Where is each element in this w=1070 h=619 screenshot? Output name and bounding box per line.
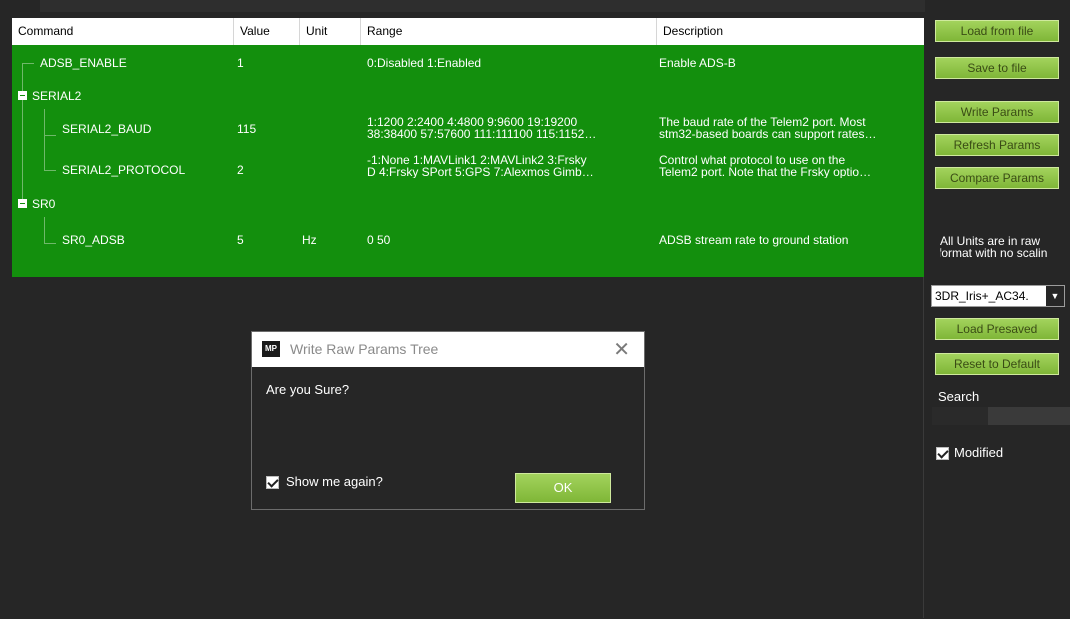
cell-value[interactable]: 1 — [237, 56, 244, 70]
cell-value[interactable]: 2 — [237, 163, 244, 177]
cell-description: Control what protocol to use on the Tele… — [659, 154, 872, 178]
cell-command: ADSB_ENABLE — [40, 56, 127, 70]
dialog-titlebar[interactable]: MP Write Raw Params Tree ✕ — [252, 332, 644, 367]
app-logo-icon: MP — [262, 341, 280, 357]
tree-group-sr0[interactable]: SR0 — [12, 189, 924, 217]
cell-range: 0:Disabled 1:Enabled — [367, 56, 482, 70]
preset-dropdown[interactable]: 3DR_Iris+_AC34. ▼ — [931, 285, 1065, 307]
collapse-icon[interactable] — [18, 91, 27, 100]
reset-to-default-button[interactable]: Reset to Default — [935, 353, 1059, 375]
group-label: SR0 — [32, 197, 56, 211]
confirm-dialog: MP Write Raw Params Tree ✕ Are you Sure?… — [251, 331, 645, 510]
chevron-down-icon[interactable]: ▼ — [1046, 286, 1064, 306]
load-presaved-button[interactable]: Load Presaved — [935, 318, 1059, 340]
show-again-checkbox[interactable] — [266, 476, 279, 489]
cell-unit: Hz — [302, 233, 317, 247]
search-label: Search — [938, 389, 980, 404]
table-row[interactable]: ADSB_ENABLE 1 0:Disabled 1:Enabled Enabl… — [12, 45, 924, 81]
cell-description: ADSB stream rate to ground station — [659, 233, 849, 247]
cell-value[interactable]: 115 — [237, 122, 256, 136]
modified-label: Modified — [954, 445, 1004, 460]
collapse-icon[interactable] — [18, 199, 27, 208]
save-to-file-button[interactable]: Save to file — [935, 57, 1059, 79]
app-window: Command Value Unit Range Description ADS… — [0, 0, 1070, 619]
load-from-file-button[interactable]: Load from file — [935, 20, 1059, 42]
cell-description: The baud rate of the Telem2 port. Most s… — [659, 116, 877, 140]
col-unit[interactable]: Unit — [300, 18, 361, 45]
cell-command: SERIAL2_PROTOCOL — [62, 163, 186, 177]
right-panel: Load from file Save to file Write Params… — [926, 0, 1070, 619]
group-label: SERIAL2 — [32, 89, 82, 103]
ok-button[interactable]: OK — [515, 473, 611, 503]
refresh-params-button[interactable]: Refresh Params — [935, 134, 1059, 156]
table-row[interactable]: SERIAL2_BAUD 115 1:1200 2:2400 4:4800 9:… — [12, 109, 924, 149]
cell-command: SR0_ADSB — [62, 233, 125, 247]
write-params-button[interactable]: Write Params — [935, 101, 1059, 123]
table-row[interactable]: SERIAL2_PROTOCOL 2 -1:None 1:MAVLink1 2:… — [12, 149, 924, 189]
cell-range: 1:1200 2:2400 4:4800 9:9600 19:19200 38:… — [367, 116, 597, 140]
grid-header: Command Value Unit Range Description — [12, 18, 924, 45]
cell-value[interactable]: 5 — [237, 233, 244, 247]
grid-rows: ADSB_ENABLE 1 0:Disabled 1:Enabled Enabl… — [12, 45, 924, 277]
cell-range: -1:None 1:MAVLink1 2:MAVLink2 3:Frsky D … — [367, 154, 594, 178]
top-strip — [0, 0, 1070, 12]
dialog-message: Are you Sure? — [266, 382, 350, 397]
col-range[interactable]: Range — [361, 18, 657, 45]
preset-selected-value: 3DR_Iris+_AC34. — [935, 289, 1029, 303]
units-note: All Units are in raw format with no scal… — [940, 235, 1048, 259]
close-icon[interactable]: ✕ — [613, 337, 630, 362]
params-grid[interactable]: Command Value Unit Range Description ADS… — [12, 18, 924, 618]
cell-range: 0 50 — [367, 233, 391, 247]
search-input[interactable] — [932, 407, 1070, 425]
dialog-title: Write Raw Params Tree — [290, 341, 439, 357]
col-description[interactable]: Description — [657, 18, 924, 45]
cell-description: Enable ADS-B — [659, 56, 736, 70]
col-value[interactable]: Value — [234, 18, 300, 45]
cell-command: SERIAL2_BAUD — [62, 122, 152, 136]
compare-params-button[interactable]: Compare Params — [935, 167, 1059, 189]
show-again-label: Show me again? — [286, 474, 383, 489]
tree-group-serial2[interactable]: SERIAL2 — [12, 81, 924, 109]
col-command[interactable]: Command — [12, 18, 234, 45]
table-row[interactable]: SR0_ADSB 5 Hz 0 50 ADSB stream rate to g… — [12, 217, 924, 263]
modified-checkbox[interactable] — [936, 447, 949, 460]
